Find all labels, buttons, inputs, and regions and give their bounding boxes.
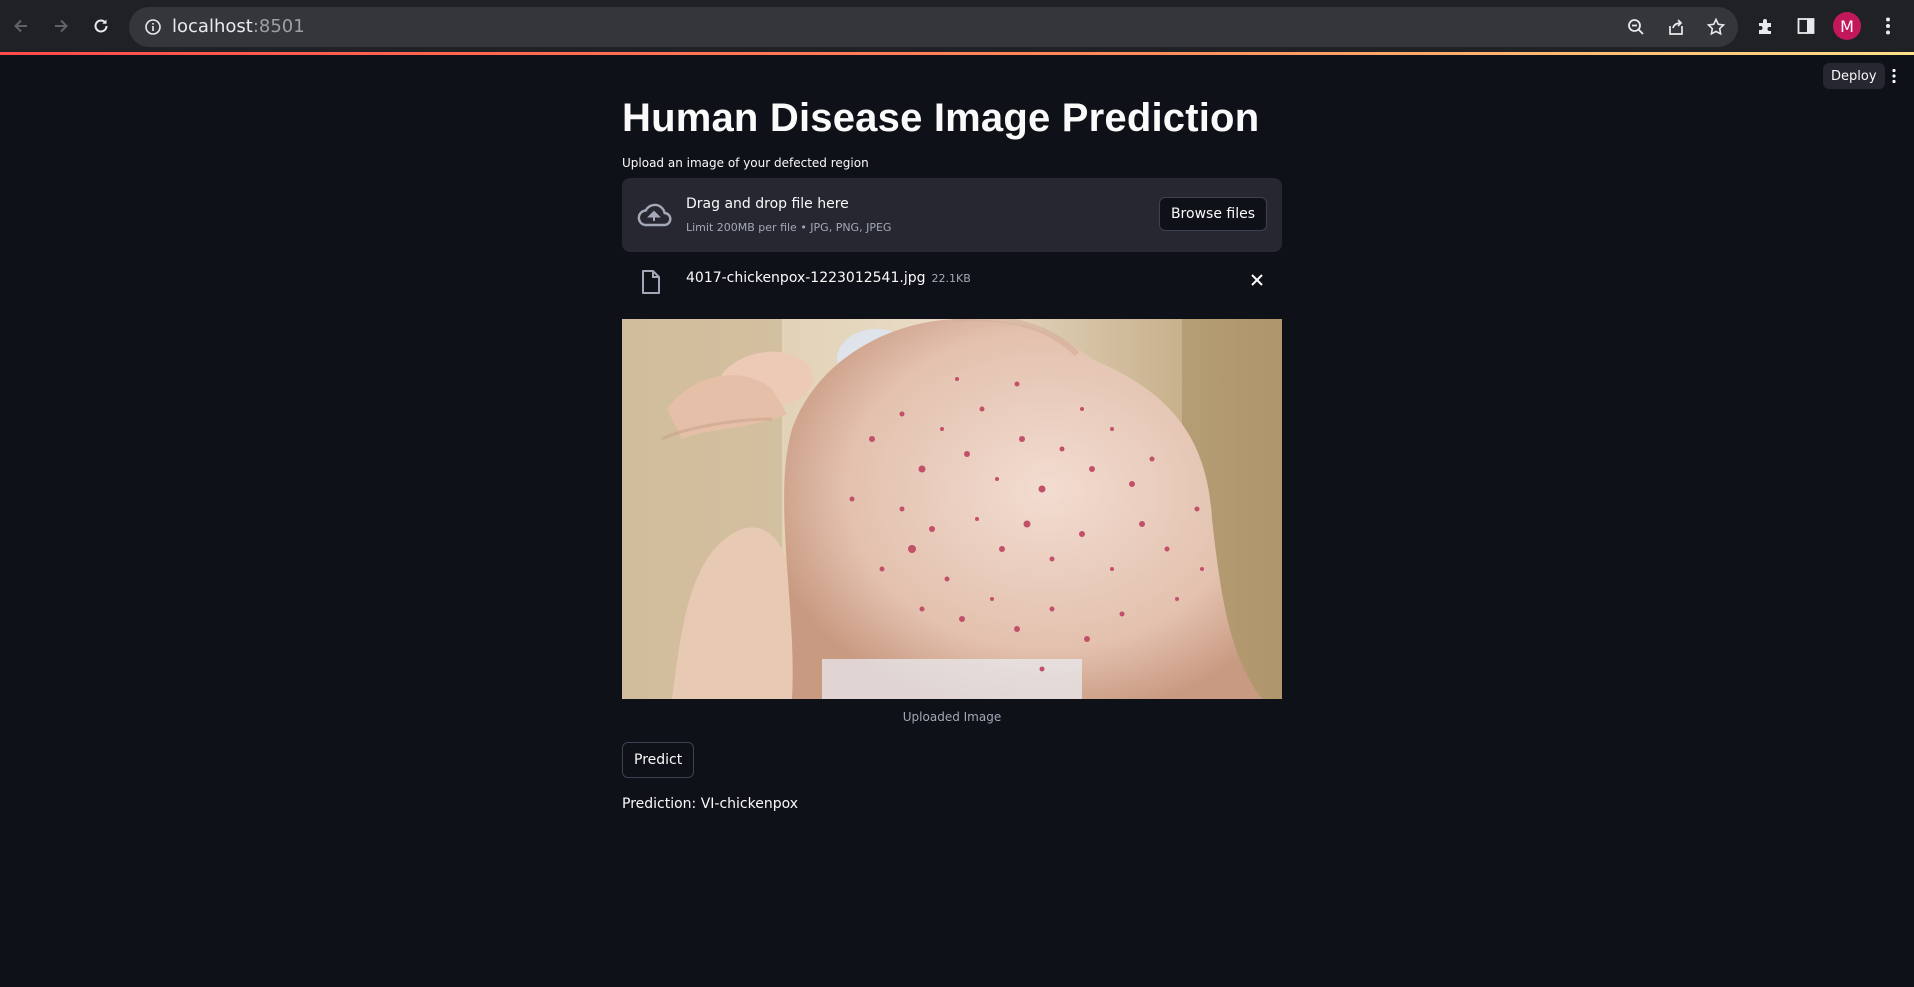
cloud-upload-icon [637,203,672,227]
deploy-button[interactable]: Deploy [1823,63,1885,89]
page-title: Human Disease Image Prediction [622,96,1260,140]
prediction-result: Prediction: VI-chickenpox [622,796,799,812]
remove-file-button[interactable] [1246,269,1268,291]
uploaded-file-size: 22.1KB [931,272,971,285]
info-icon[interactable] [143,17,163,37]
uploaded-file-info: 4017-chickenpox-1223012541.jpg 22.1KB [686,270,971,286]
uploaded-image [622,319,1282,699]
close-icon [1251,274,1263,286]
arrow-left-icon [14,19,27,33]
url-text[interactable]: localhost:8501 [172,16,305,37]
vertical-dots-icon [1892,68,1896,84]
arrow-right-icon [55,19,68,33]
dropzone-title: Drag and drop file here [686,196,849,212]
file-dropzone[interactable]: Drag and drop file here Limit 200MB per … [622,178,1282,252]
url-port: :8501 [252,16,305,37]
image-caption: Uploaded Image [902,710,1002,724]
zoom-out-icon[interactable] [1624,15,1648,39]
puzzle-icon[interactable] [1752,12,1780,40]
uploaded-file-name: 4017-chickenpox-1223012541.jpg [686,270,926,286]
share-icon[interactable] [1664,15,1688,39]
vertical-dots-icon [1886,17,1890,35]
back-button[interactable] [5,10,37,42]
reload-button[interactable] [85,10,117,42]
profile-avatar[interactable]: M [1833,12,1861,40]
side-panel-icon[interactable] [1792,12,1820,40]
browser-toolbar: localhost:8501 M [0,0,1914,52]
browse-files-button[interactable]: Browse files [1158,197,1267,231]
uploaded-photo [622,319,1282,699]
dropzone-limit-text: Limit 200MB per file • JPG, PNG, JPEG [686,221,892,234]
file-icon [642,270,660,294]
status-decoration-bar [0,52,1914,55]
uploaded-file-row: 4017-chickenpox-1223012541.jpg 22.1KB [622,252,1282,310]
forward-button[interactable] [45,10,77,42]
main-content: Human Disease Image Prediction Upload an… [622,90,1282,812]
reload-icon [94,19,108,33]
star-icon[interactable] [1704,15,1728,39]
uploader-label: Upload an image of your defected region [622,156,869,170]
main-menu-button[interactable] [1886,64,1902,88]
browser-menu-button[interactable] [1874,12,1902,40]
avatar-initial: M [1840,16,1854,36]
url-host: localhost [172,16,253,37]
predict-button[interactable]: Predict [622,742,695,778]
address-bar[interactable]: localhost:8501 [129,7,1738,47]
